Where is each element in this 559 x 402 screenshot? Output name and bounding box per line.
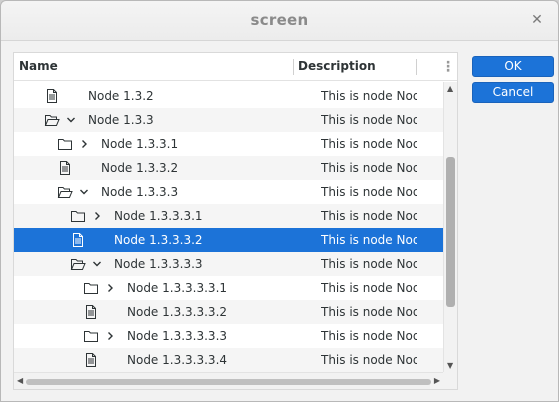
tree-row-description: This is node Nod [321, 281, 417, 295]
chevron-right-icon[interactable] [91, 208, 103, 224]
vertical-scrollbar[interactable]: ▲ ▼ [443, 82, 457, 372]
horizontal-scrollbar[interactable]: ◀ ▶ [14, 372, 443, 389]
close-icon[interactable]: ✕ [528, 11, 546, 29]
tree-row-description: This is node Nod [321, 161, 417, 175]
chevron-down-icon[interactable] [91, 256, 103, 272]
tree-row[interactable]: Node 1.3.3.3.3.2 This is node Nod [14, 300, 443, 324]
vertical-scroll-thumb[interactable] [446, 157, 455, 307]
tree-row-label: Node 1.3.3.3.1 [114, 209, 203, 223]
tree-row-label: Node 1.3.3.3.3.1 [127, 281, 228, 295]
tree-row-label: Node 1.3.3.2 [101, 161, 179, 175]
chevron-right-icon[interactable] [78, 136, 90, 152]
tree-row-description: This is node Nod [321, 89, 417, 103]
ok-button[interactable]: OK [472, 56, 554, 77]
scroll-corner [443, 372, 457, 389]
folder-open-icon [44, 112, 60, 128]
tree-view: Name Description ⋮ Node 1.3.2 This is nod… [13, 52, 458, 390]
chevron-down-icon[interactable] [65, 112, 77, 128]
tree-row-description: This is node Nod [321, 185, 417, 199]
file-icon [83, 352, 99, 368]
tree-row-description: This is node Nod [321, 137, 417, 151]
tree-row[interactable]: Node 1.3.3 This is node Nod [14, 108, 443, 132]
title-bar[interactable]: screen ✕ [1, 1, 558, 41]
tree-row[interactable]: Node 1.3.3.2 This is node Nod [14, 156, 443, 180]
tree-row[interactable]: Node 1.3.3.3.3 This is node Nod [14, 252, 443, 276]
file-icon [57, 160, 73, 176]
folder-icon [83, 280, 99, 296]
scroll-up-icon[interactable]: ▲ [447, 84, 453, 93]
tree-row[interactable]: Node 1.3.3.3.3.3 This is node Nod [14, 324, 443, 348]
horizontal-scroll-thumb[interactable] [26, 379, 431, 385]
cancel-button[interactable]: Cancel [472, 82, 554, 103]
tree-row-label: Node 1.3.3.3.3 [114, 257, 203, 271]
tree-row-label: Node 1.3.3 [88, 113, 154, 127]
tree-row-description: This is node Nod [321, 305, 417, 319]
tree-row[interactable]: Node 1.3.2 This is node Nod [14, 84, 443, 108]
folder-icon [70, 208, 86, 224]
tree-row-label: Node 1.3.2 [88, 89, 154, 103]
chevron-right-icon[interactable] [104, 280, 116, 296]
column-divider[interactable] [293, 59, 294, 75]
scroll-right-icon[interactable]: ▶ [434, 376, 440, 385]
column-header: Name Description ⋮ [14, 53, 457, 81]
tree-row[interactable]: Node 1.3.3.3.1 This is node Nod [14, 204, 443, 228]
tree-row-label: Node 1.3.3.3.3.4 [127, 353, 228, 367]
folder-open-icon [70, 256, 86, 272]
window-title: screen [250, 11, 309, 29]
chevron-down-icon[interactable] [78, 184, 90, 200]
tree-row-description: This is node Nod [321, 353, 417, 367]
tree-row-label: Node 1.3.3.1 [101, 137, 179, 151]
scroll-down-icon[interactable]: ▼ [447, 361, 453, 370]
folder-icon [83, 328, 99, 344]
tree-row-description: This is node Nod [321, 209, 417, 223]
tree-rows: Node 1.3.2 This is node Nod Node 1.3.3 This… [14, 84, 443, 372]
tree-row[interactable]: Node 1.3.3.1 This is node Nod [14, 132, 443, 156]
tree-row-description: This is node Nod [321, 257, 417, 271]
dialog-window: screen ✕ Name Description ⋮ Node 1.3.2 Th… [0, 0, 559, 402]
scroll-left-icon[interactable]: ◀ [17, 376, 23, 385]
tree-row-label: Node 1.3.3.3.3.2 [127, 305, 228, 319]
chevron-right-icon[interactable] [104, 328, 116, 344]
tree-row[interactable]: Node 1.3.3.3.3.4 This is node Nod [14, 348, 443, 372]
tree-row[interactable]: Node 1.3.3.3.2 This is node Nod [14, 228, 443, 252]
folder-open-icon [57, 184, 73, 200]
tree-row-label: Node 1.3.3.3.3.3 [127, 329, 228, 343]
file-icon [44, 88, 60, 104]
file-icon [70, 232, 86, 248]
column-divider[interactable] [416, 59, 417, 75]
tree-row-description: This is node Nod [321, 233, 417, 247]
column-header-description[interactable]: Description [298, 59, 376, 73]
tree-row[interactable]: Node 1.3.3.3 This is node Nod [14, 180, 443, 204]
file-icon [83, 304, 99, 320]
tree-row-label: Node 1.3.3.3.2 [114, 233, 203, 247]
tree-row[interactable]: Node 1.3.3.3.3.1 This is node Nod [14, 276, 443, 300]
folder-icon [57, 136, 73, 152]
tree-row-description: This is node Nod [321, 113, 417, 127]
tree-row-label: Node 1.3.3.3 [101, 185, 179, 199]
column-header-name[interactable]: Name [19, 59, 58, 73]
tree-row-description: This is node Nod [321, 329, 417, 343]
column-menu-icon[interactable]: ⋮ [441, 57, 455, 77]
